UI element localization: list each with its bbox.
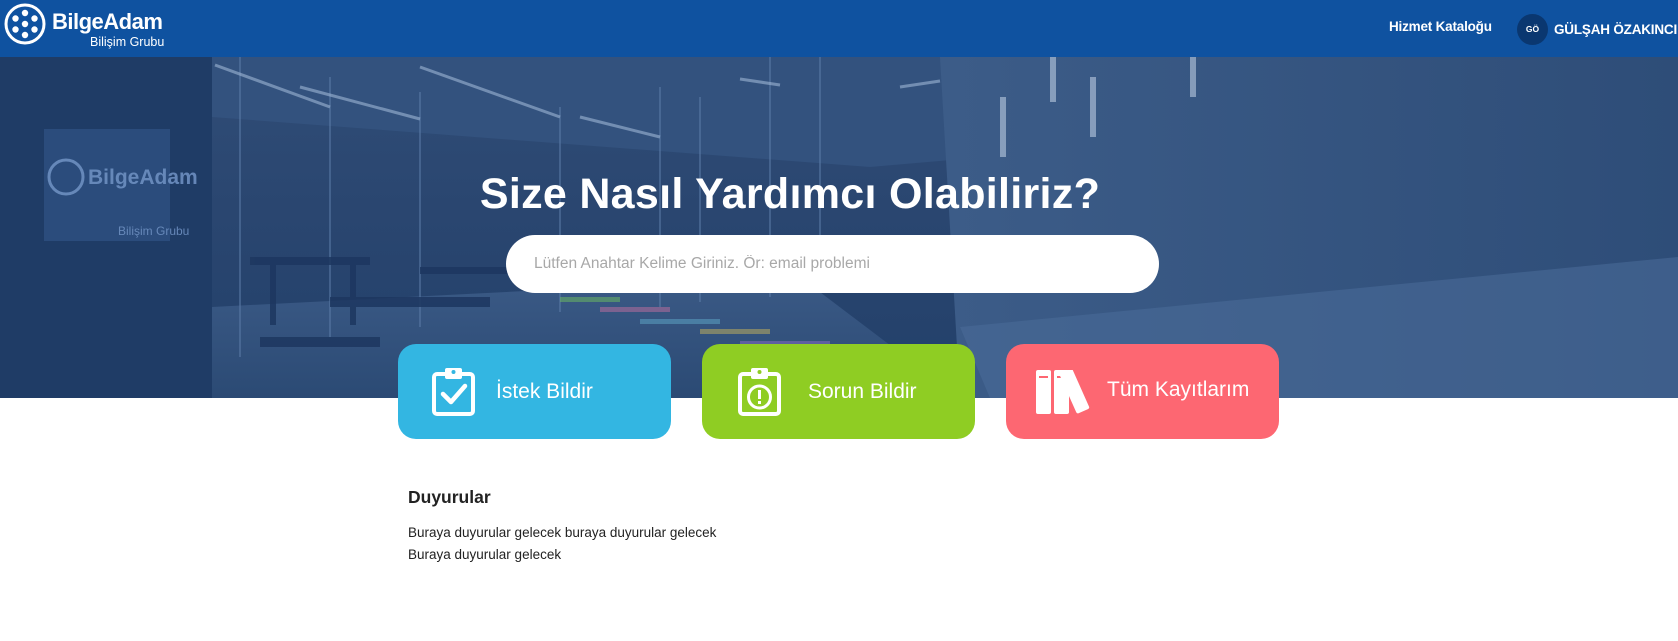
report-issue-button-label: Sorun Bildir xyxy=(808,380,917,403)
logo-subtitle: Bilişim Grubu xyxy=(90,35,165,49)
hero-title: Size Nasıl Yardımcı Olabiliriz? xyxy=(479,170,1101,218)
user-menu[interactable]: GÖ GÜLŞAH ÖZAKINCI xyxy=(1517,13,1677,45)
search-input[interactable] xyxy=(506,235,1159,293)
all-records-button-label: Tüm Kayıtlarım xyxy=(1107,378,1250,401)
books-icon xyxy=(1036,370,1090,414)
announcement-item: Buraya duyurular gelecek buraya duyurula… xyxy=(408,525,717,540)
clipboard-check-icon xyxy=(432,368,475,416)
clipboard-alert-icon xyxy=(738,368,781,416)
request-button-label: İstek Bildir xyxy=(496,380,593,403)
nav-link-service-catalog[interactable]: Hizmet Kataloğu xyxy=(1389,19,1492,34)
wall-sign-subtitle: Bilişim Grubu xyxy=(118,224,189,238)
top-navigation-bar: BilgeAdam Bilişim Grubu Hizmet Kataloğu … xyxy=(0,0,1678,57)
all-records-button[interactable]: Tüm Kayıtlarım xyxy=(1006,344,1279,439)
user-name: GÜLŞAH ÖZAKINCI xyxy=(1554,21,1677,37)
report-issue-button[interactable]: Sorun Bildir xyxy=(702,344,975,439)
announcement-item: Buraya duyurular gelecek xyxy=(408,547,562,562)
bilgeadam-logo-icon xyxy=(4,3,46,45)
logo-name: BilgeAdam xyxy=(52,9,163,34)
avatar: GÖ xyxy=(1517,13,1548,45)
brand-logo[interactable]: BilgeAdam Bilişim Grubu xyxy=(4,2,174,52)
request-button[interactable]: İstek Bildir xyxy=(398,344,671,439)
announcements-title: Duyurular xyxy=(408,487,491,507)
